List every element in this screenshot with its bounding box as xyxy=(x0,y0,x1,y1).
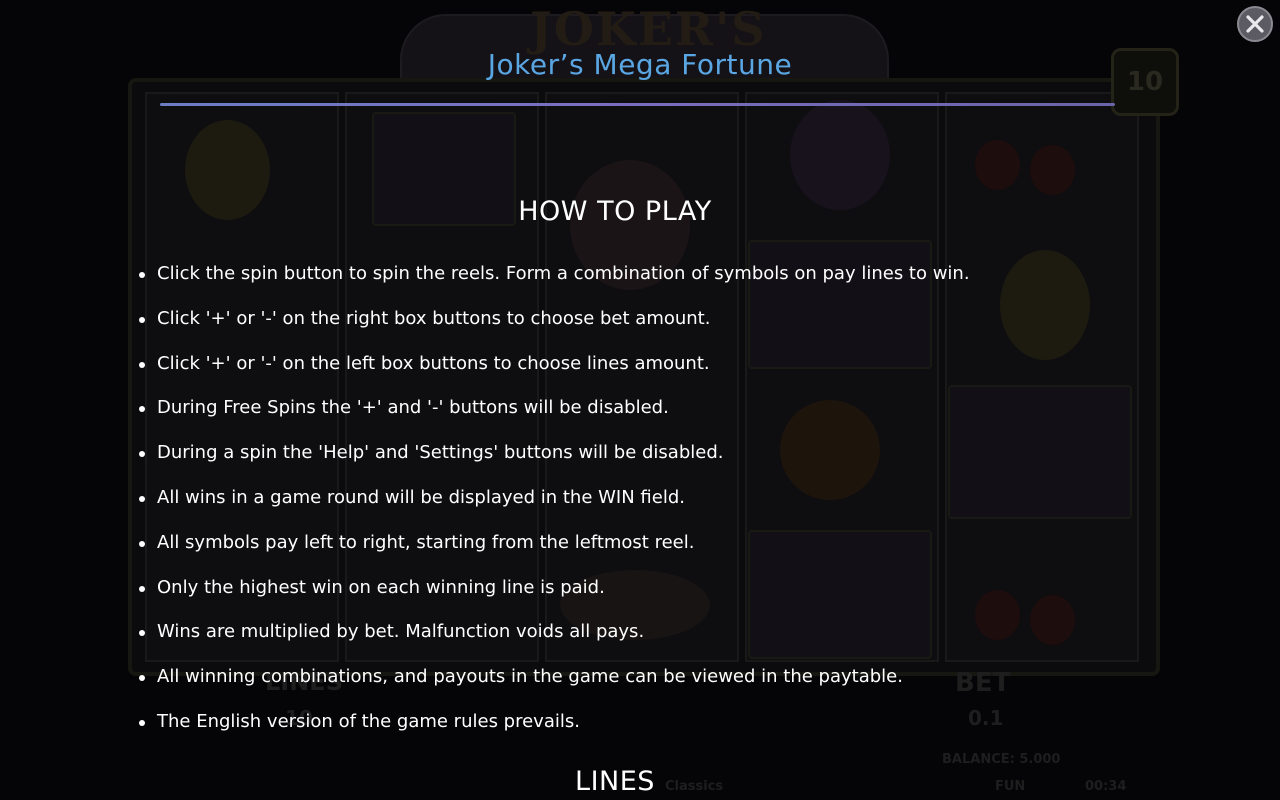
rule-text: Click '+' or '-' on the left box buttons… xyxy=(157,352,710,374)
bullet-icon xyxy=(139,272,145,278)
rule-item: During a spin the 'Help' and 'Settings' … xyxy=(137,431,1137,476)
bullet-icon xyxy=(139,630,145,637)
close-x-icon xyxy=(1246,15,1264,33)
rule-text: The English version of the game rules pr… xyxy=(157,710,580,732)
bullet-icon xyxy=(139,406,145,413)
rule-item: Click the spin button to spin the reels.… xyxy=(137,252,1137,297)
rule-text: Click the spin button to spin the reels.… xyxy=(157,263,970,284)
lines-heading: LINES xyxy=(575,766,655,797)
rule-item: Click '+' or '-' on the right box button… xyxy=(137,297,1137,342)
bullet-icon xyxy=(139,316,145,323)
rule-item: During Free Spins the '+' and '-' button… xyxy=(137,386,1137,431)
rule-item: All symbols pay left to right, starting … xyxy=(137,521,1137,566)
rule-text: All symbols pay left to right, starting … xyxy=(157,531,695,553)
rule-text: All winning combinations, and payouts in… xyxy=(157,666,903,688)
bullet-icon xyxy=(139,361,145,368)
rule-text: All wins in a game round will be display… xyxy=(157,486,685,508)
rule-text: During a spin the 'Help' and 'Settings' … xyxy=(157,442,724,464)
bullet-icon xyxy=(139,675,145,682)
rule-item: All wins in a game round will be display… xyxy=(137,476,1137,521)
rule-item: Click '+' or '-' on the left box buttons… xyxy=(137,342,1137,387)
bullet-icon xyxy=(139,451,145,458)
rule-text: Only the highest win on each winning lin… xyxy=(157,576,605,598)
bullet-icon xyxy=(139,719,145,726)
help-overlay: Joker’s Mega Fortune HOW TO PLAY Click t… xyxy=(0,0,1280,800)
close-button[interactable] xyxy=(1237,6,1273,42)
bullet-icon xyxy=(139,540,145,547)
how-to-play-heading: HOW TO PLAY xyxy=(518,196,712,227)
rule-text: Wins are multiplied by bet. Malfunction … xyxy=(157,621,645,643)
rule-item: The English version of the game rules pr… xyxy=(137,700,1137,745)
rule-item: All winning combinations, and payouts in… xyxy=(137,655,1137,700)
rule-item: Wins are multiplied by bet. Malfunction … xyxy=(137,610,1137,655)
help-title: Joker’s Mega Fortune xyxy=(487,48,793,81)
rule-item: Only the highest win on each winning lin… xyxy=(137,566,1137,611)
bullet-icon xyxy=(139,495,145,502)
rule-text: During Free Spins the '+' and '-' button… xyxy=(157,397,669,419)
rule-text: Click '+' or '-' on the right box button… xyxy=(157,307,711,329)
title-divider xyxy=(160,103,1115,106)
how-to-play-rules: Click the spin button to spin the reels.… xyxy=(137,252,1137,745)
bullet-icon xyxy=(139,585,145,592)
game-screen: JOKER'S 10 LINES 10 BET 0.1 BALANCE: 5.0… xyxy=(0,0,1280,800)
